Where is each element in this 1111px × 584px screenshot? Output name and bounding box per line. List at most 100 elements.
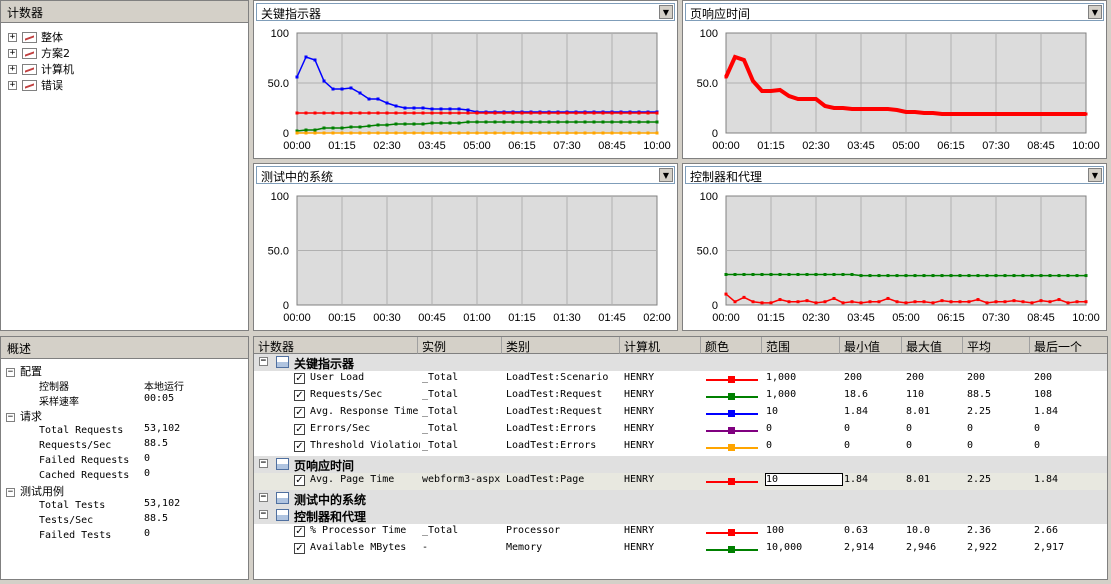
collapse-icon[interactable]: − xyxy=(259,459,268,468)
collapse-icon[interactable]: − xyxy=(259,357,268,366)
counter-checkbox[interactable]: ✓ xyxy=(294,475,305,486)
data-point xyxy=(724,272,728,276)
color-swatch[interactable] xyxy=(706,410,758,417)
overview-value: 53,102 xyxy=(144,423,181,434)
data-point xyxy=(832,296,836,300)
x-tick-label: 01:30 xyxy=(553,312,581,324)
x-tick-label: 00:00 xyxy=(712,312,740,324)
overview-section[interactable]: − 测试用例 xyxy=(6,483,64,498)
color-swatch[interactable] xyxy=(706,478,758,485)
column-header[interactable]: 实例 xyxy=(418,337,502,354)
collapse-icon[interactable]: − xyxy=(6,487,15,497)
data-point xyxy=(457,121,461,125)
data-point xyxy=(931,301,935,305)
group-row[interactable]: − 页响应时间 xyxy=(254,456,1107,473)
counter-row[interactable]: ✓ Threshold Violation _Total LoadTest:Error… xyxy=(254,439,1107,456)
column-header[interactable]: 类别 xyxy=(502,337,620,354)
column-header[interactable]: 计算机 xyxy=(620,337,701,354)
graph-select[interactable]: 关键指示器 ▼ xyxy=(256,3,675,21)
x-tick-label: 01:15 xyxy=(328,140,356,152)
counter-checkbox[interactable]: ✓ xyxy=(294,424,305,435)
column-header[interactable]: 颜色 xyxy=(701,337,762,354)
graph-select[interactable]: 测试中的系统 ▼ xyxy=(256,166,675,184)
group-row[interactable]: − 测试中的系统 xyxy=(254,490,1107,507)
tree-item-错误[interactable]: + 错误 xyxy=(8,77,63,93)
collapse-icon[interactable]: − xyxy=(6,412,15,422)
group-row[interactable]: − 关键指示器 xyxy=(254,354,1107,371)
cell-instance: _Total xyxy=(422,389,459,400)
data-point xyxy=(796,272,800,276)
color-swatch[interactable] xyxy=(706,546,758,553)
counter-row[interactable]: ✓ Requests/Sec _Total LoadTest:Request HENRY… xyxy=(254,388,1107,405)
data-point xyxy=(403,106,407,110)
graph-select[interactable]: 控制器和代理 ▼ xyxy=(685,166,1104,184)
color-swatch[interactable] xyxy=(706,393,758,400)
color-swatch[interactable] xyxy=(706,427,758,434)
cell-last: 1.84 xyxy=(1034,406,1059,417)
counter-row[interactable]: ✓ Available MBytes - Memory HENRY 10,000 2,914… xyxy=(254,541,1107,558)
overview-section-label: 请求 xyxy=(20,410,42,423)
chevron-down-icon[interactable]: ▼ xyxy=(659,168,673,182)
counter-checkbox[interactable]: ✓ xyxy=(294,407,305,418)
data-point xyxy=(655,120,659,124)
data-point xyxy=(619,120,623,124)
data-point xyxy=(1084,112,1088,116)
column-header[interactable]: 范围 xyxy=(762,337,840,354)
column-header[interactable]: 平均 xyxy=(963,337,1030,354)
tree-item-计算机[interactable]: + 计算机 xyxy=(8,61,74,77)
cell-computer: HENRY xyxy=(624,542,655,553)
expand-icon[interactable]: + xyxy=(8,32,17,42)
column-header[interactable]: 最小值 xyxy=(840,337,902,354)
color-swatch[interactable] xyxy=(706,444,758,451)
cell-instance: webform3-aspx xyxy=(422,474,501,485)
data-point xyxy=(592,120,596,124)
collapse-icon[interactable]: − xyxy=(6,367,15,377)
overview-row: Total Requests 53,102 xyxy=(39,423,180,438)
counter-row[interactable]: ✓ Avg. Response Time _Total LoadTest:Reques… xyxy=(254,405,1107,422)
overview-section[interactable]: − 请求 xyxy=(6,408,42,423)
counter-row[interactable]: ✓ Avg. Page Time webform3-aspx LoadTest:Pag… xyxy=(254,473,1107,490)
data-point xyxy=(349,111,353,115)
x-tick-label: 05:00 xyxy=(892,140,920,152)
column-header[interactable]: 最大值 xyxy=(902,337,963,354)
data-point xyxy=(949,274,953,278)
column-header[interactable]: 计数器 xyxy=(254,337,418,354)
tree-item-方案2[interactable]: + 方案2 xyxy=(8,45,70,61)
expand-icon[interactable]: + xyxy=(8,80,17,90)
counter-checkbox[interactable]: ✓ xyxy=(294,441,305,452)
data-point xyxy=(859,301,863,305)
cell-category: LoadTest:Scenario xyxy=(506,372,609,383)
counter-row[interactable]: ✓ % Processor Time _Total Processor HENRY 100… xyxy=(254,524,1107,541)
overview-value: 00:05 xyxy=(144,393,175,404)
expand-icon[interactable]: + xyxy=(8,64,17,74)
counter-row[interactable]: ✓ Errors/Sec _Total LoadTest:Errors HENRY 0 0 0… xyxy=(254,422,1107,439)
data-point xyxy=(733,272,737,276)
chevron-down-icon[interactable]: ▼ xyxy=(1088,5,1102,19)
color-swatch[interactable] xyxy=(706,529,758,536)
chevron-down-icon[interactable]: ▼ xyxy=(1088,168,1102,182)
data-point xyxy=(439,111,443,115)
graph-select[interactable]: 页响应时间 ▼ xyxy=(685,3,1104,21)
data-point xyxy=(376,131,380,135)
counter-checkbox[interactable]: ✓ xyxy=(294,543,305,554)
cell-instance: _Total xyxy=(422,372,459,383)
data-point xyxy=(520,120,524,124)
expand-icon[interactable]: + xyxy=(8,48,17,58)
column-header[interactable]: 最后一个 xyxy=(1030,337,1107,354)
x-tick-label: 06:15 xyxy=(937,140,965,152)
tree-item-整体[interactable]: + 整体 xyxy=(8,29,63,45)
counter-checkbox[interactable]: ✓ xyxy=(294,390,305,401)
counter-checkbox[interactable]: ✓ xyxy=(294,526,305,537)
chevron-down-icon[interactable]: ▼ xyxy=(659,5,673,19)
data-point xyxy=(637,120,641,124)
counter-checkbox[interactable]: ✓ xyxy=(294,373,305,384)
counter-row[interactable]: ✓ User Load _Total LoadTest:Scenario HENRY 1,… xyxy=(254,371,1107,388)
group-row[interactable]: − 控制器和代理 xyxy=(254,507,1107,524)
data-point xyxy=(823,272,827,276)
overview-section[interactable]: − 配置 xyxy=(6,363,42,378)
data-point xyxy=(1075,300,1079,304)
data-point xyxy=(502,131,506,135)
collapse-icon[interactable]: − xyxy=(259,493,268,502)
collapse-icon[interactable]: − xyxy=(259,510,268,519)
color-swatch[interactable] xyxy=(706,376,758,383)
